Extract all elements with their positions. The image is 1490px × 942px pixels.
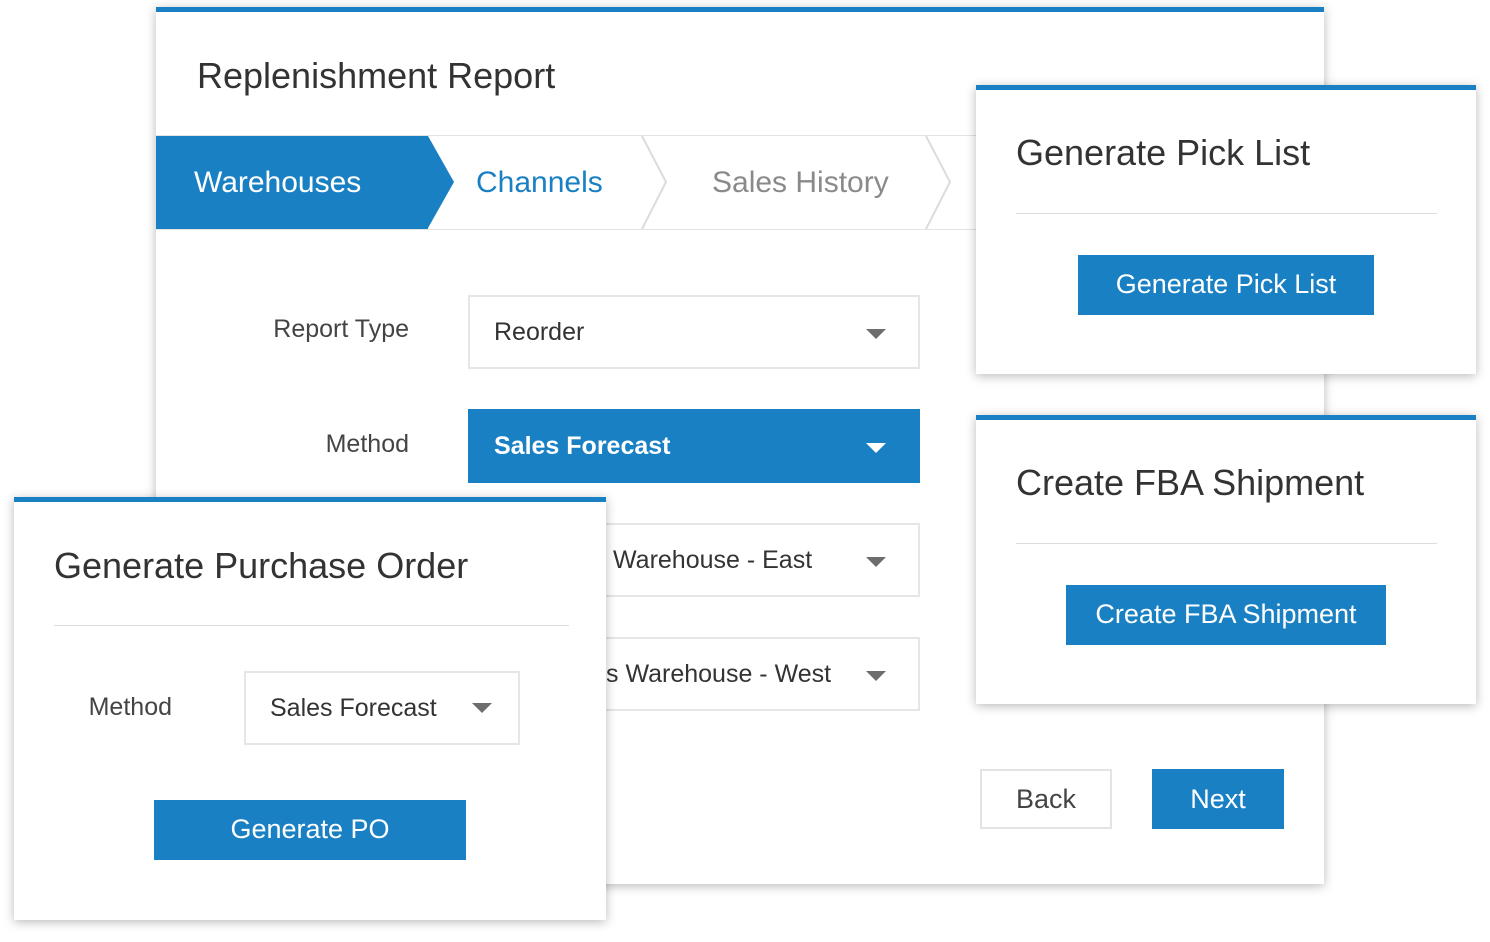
page-title: Replenishment Report (197, 55, 556, 96)
warehouse-value-2: s Warehouse - West (606, 660, 832, 688)
warehouse-value-1: Warehouse - East (613, 546, 813, 574)
method-select[interactable]: Sales Forecast (468, 409, 920, 483)
pick-list-title: Generate Pick List (1016, 132, 1311, 173)
step-channels[interactable]: Channels (476, 136, 603, 229)
step-active-arrow (428, 136, 454, 228)
chevron-down-icon (866, 557, 886, 567)
generate-po-button[interactable]: Generate PO (154, 800, 466, 860)
report-type-select[interactable]: Reorder (468, 295, 920, 369)
step-warehouses[interactable]: Warehouses (156, 136, 428, 229)
step-label: Channels (476, 166, 603, 199)
chevron-down-icon (866, 443, 886, 453)
back-button[interactable]: Back (980, 769, 1112, 829)
step-separator-icon (641, 136, 668, 229)
step-label: Warehouses (194, 166, 362, 199)
divider (1016, 213, 1437, 214)
po-method-value: Sales Forecast (270, 694, 437, 722)
po-method-select[interactable]: Sales Forecast (244, 671, 520, 745)
chevron-down-icon (866, 671, 886, 681)
report-type-value: Reorder (494, 318, 585, 346)
step-sales-history[interactable]: Sales History (712, 136, 889, 229)
generate-pick-list-panel: Generate Pick List Generate Pick List (976, 85, 1476, 374)
next-button[interactable]: Next (1152, 769, 1284, 829)
step-label: Sales History (712, 166, 889, 199)
step-separator-icon (925, 136, 952, 229)
chevron-down-icon (472, 703, 492, 713)
generate-pick-list-button[interactable]: Generate Pick List (1078, 255, 1374, 315)
chevron-down-icon (866, 329, 886, 339)
fba-title: Create FBA Shipment (1016, 462, 1365, 503)
divider (1016, 543, 1437, 544)
purchase-order-title: Generate Purchase Order (54, 545, 469, 586)
create-fba-shipment-button[interactable]: Create FBA Shipment (1066, 585, 1386, 645)
po-method-label: Method (88, 693, 172, 721)
create-fba-shipment-panel: Create FBA Shipment Create FBA Shipment (976, 415, 1476, 704)
report-type-label: Report Type (273, 315, 409, 343)
generate-purchase-order-panel: Generate Purchase Order Method Sales For… (14, 497, 606, 920)
divider (54, 625, 569, 626)
method-label: Method (325, 430, 409, 458)
method-value: Sales Forecast (494, 432, 671, 460)
